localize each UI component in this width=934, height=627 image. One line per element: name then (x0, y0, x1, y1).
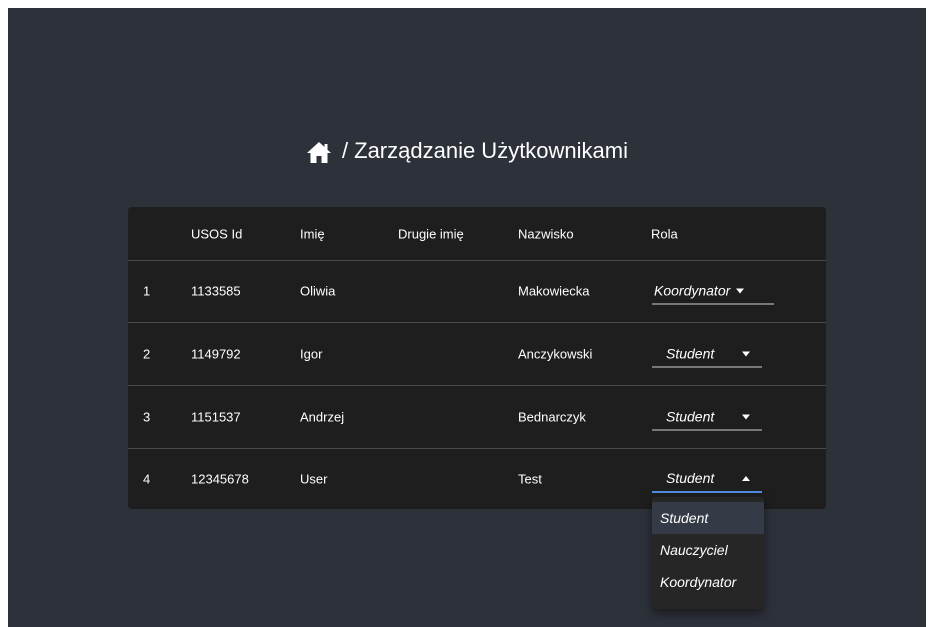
role-select[interactable]: Student (652, 404, 762, 431)
row-last-name: Test (518, 471, 542, 487)
row-index: 4 (143, 471, 151, 487)
table-row: 1 1133585 Oliwia Makowiecka Koordynator (128, 260, 826, 323)
role-option-student[interactable]: Student (652, 502, 764, 534)
row-last-name: Anczykowski (518, 346, 593, 362)
row-first-name: Oliwia (300, 283, 336, 299)
header-last-name: Nazwisko (518, 226, 574, 241)
header-role: Rola (651, 226, 678, 241)
header-middle-name: Drugie imię (398, 226, 464, 241)
table-row: 3 1151537 Andrzej Bednarczyk Student (128, 386, 826, 449)
page-title: Zarządzanie Użytkownikami (354, 138, 628, 163)
header-usos-id: USOS Id (191, 226, 243, 241)
users-table: USOS Id Imię Drugie imię Nazwisko Rola 1… (128, 207, 826, 509)
row-index: 2 (143, 346, 151, 362)
role-select-value: Koordynator (654, 282, 731, 299)
table-header-row: USOS Id Imię Drugie imię Nazwisko Rola (128, 207, 826, 261)
chevron-down-icon (736, 288, 745, 293)
app-background: / Zarządzanie Użytkownikami USOS Id Imię… (8, 8, 926, 627)
row-index: 1 (143, 283, 151, 299)
row-usos-id: 1151537 (191, 409, 241, 425)
role-select-value: Student (666, 408, 715, 425)
row-usos-id: 1133585 (191, 283, 241, 299)
role-select-value: Student (666, 470, 715, 486)
row-last-name: Bednarczyk (518, 409, 586, 425)
row-first-name: Andrzej (300, 409, 345, 425)
role-dropdown-menu: Student Nauczyciel Koordynator (652, 497, 764, 609)
breadcrumb-separator: / (342, 138, 349, 163)
row-first-name: Igor (300, 346, 323, 362)
header-first-name: Imię (300, 226, 325, 241)
breadcrumb: / Zarządzanie Użytkownikami (8, 138, 926, 164)
row-index: 3 (143, 409, 151, 425)
role-select[interactable]: Koordynator (652, 278, 774, 305)
table-row: 2 1149792 Igor Anczykowski Student (128, 323, 826, 386)
role-select[interactable]: Student (652, 341, 762, 368)
role-select-value: Student (666, 345, 715, 362)
chevron-down-icon (742, 414, 750, 419)
row-usos-id: 1149792 (191, 346, 241, 362)
role-option-koordynator[interactable]: Koordynator (652, 566, 764, 598)
role-option-nauczyciel[interactable]: Nauczyciel (652, 534, 764, 566)
chevron-down-icon (742, 351, 750, 356)
chevron-up-icon (742, 475, 750, 481)
row-usos-id: 12345678 (191, 471, 249, 487)
home-icon[interactable] (306, 140, 332, 164)
row-last-name: Makowiecka (518, 283, 590, 299)
role-select[interactable]: Student (652, 465, 762, 493)
row-first-name: User (300, 471, 328, 487)
